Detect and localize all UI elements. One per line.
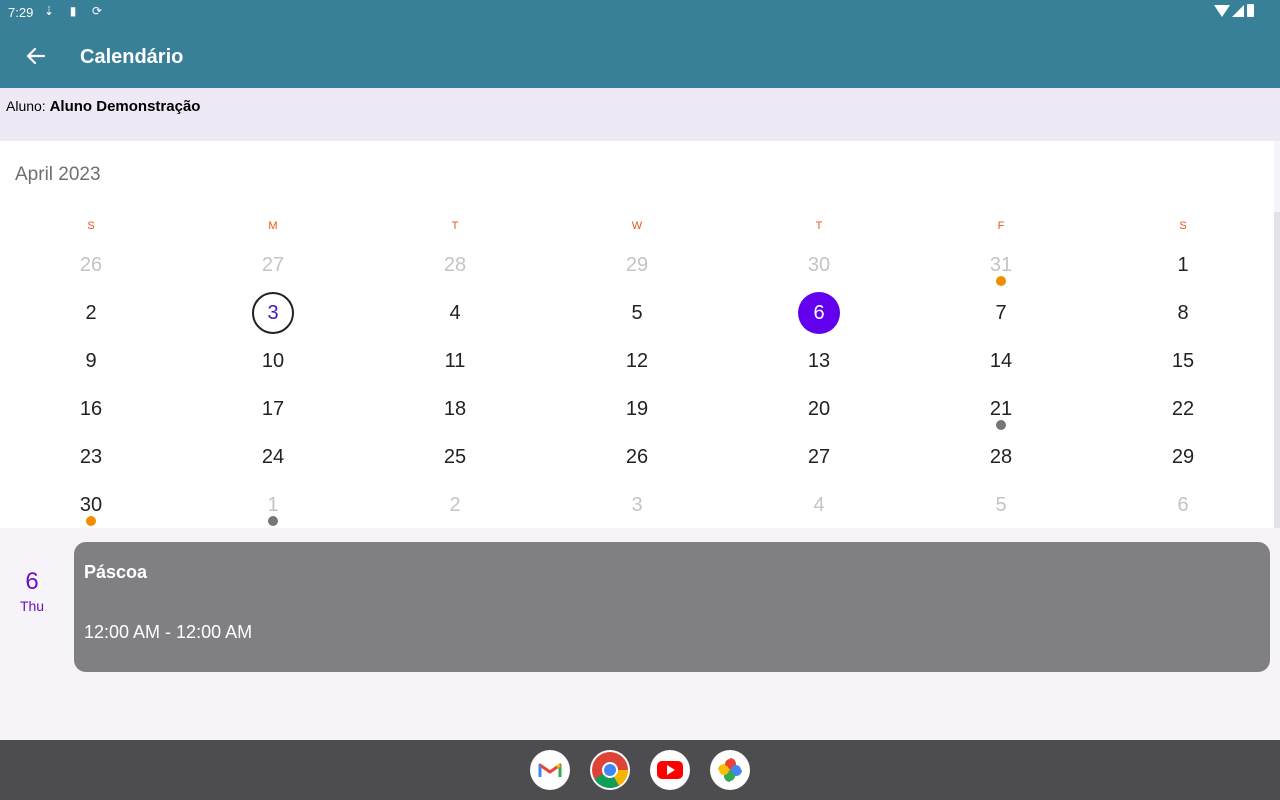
- photos-app[interactable]: [710, 750, 750, 790]
- app-bar: 7:29 ⇣ ▮ ⟳ Calendário: [0, 0, 1280, 88]
- signal-icon: [1232, 5, 1244, 17]
- calendar-day[interactable]: 27: [798, 436, 840, 478]
- calendar-day[interactable]: 29: [616, 244, 658, 286]
- event-card[interactable]: Páscoa 12:00 AM - 12:00 AM: [74, 542, 1270, 672]
- calendar-day[interactable]: 17: [252, 388, 294, 430]
- calendar-day[interactable]: 9: [70, 340, 112, 382]
- calendar-day[interactable]: 19: [616, 388, 658, 430]
- wifi-icon: [1214, 5, 1230, 17]
- youtube-icon: [657, 761, 683, 779]
- calendar-day[interactable]: 24: [252, 436, 294, 478]
- weekday-header: S: [87, 220, 95, 232]
- selected-day[interactable]: 6: [798, 292, 840, 334]
- calendar-day[interactable]: 29: [1162, 436, 1204, 478]
- student-info: Aluno: Aluno Demonstração: [6, 98, 200, 115]
- weekday-header: M: [268, 220, 278, 232]
- agenda-date: 6 Thu: [0, 568, 64, 614]
- agenda-panel: 6 Thu Páscoa 12:00 AM - 12:00 AM: [0, 528, 1280, 740]
- calendar-day[interactable]: 13: [798, 340, 840, 382]
- youtube-app[interactable]: [650, 750, 690, 790]
- student-bar: Aluno: Aluno Demonstração: [0, 88, 1280, 141]
- calendar-month-view: April 2023 S M T W T F S 26 27 28 29 30 31 1 2 3 4 5 6 7 8 9 1…: [0, 141, 1274, 528]
- chrome-app[interactable]: [590, 750, 630, 790]
- calendar-day[interactable]: 30: [798, 244, 840, 286]
- calendar-day[interactable]: 28: [434, 244, 476, 286]
- agenda-day-number: 6: [25, 568, 39, 595]
- sd-card-icon: ▮: [69, 4, 77, 18]
- calendar-day[interactable]: 18: [434, 388, 476, 430]
- calendar-day[interactable]: 5: [616, 292, 658, 334]
- gmail-app[interactable]: [530, 750, 570, 790]
- calendar-day[interactable]: 11: [434, 340, 476, 382]
- student-name: Aluno Demonstração: [49, 98, 201, 115]
- calendar-day[interactable]: 26: [70, 244, 112, 286]
- event-dot: [996, 276, 1006, 286]
- calendar-day[interactable]: 22: [1162, 388, 1204, 430]
- gmail-icon: [538, 763, 562, 777]
- weekday-header: W: [631, 220, 643, 232]
- calendar-day[interactable]: 14: [980, 340, 1022, 382]
- calendar-day[interactable]: 27: [252, 244, 294, 286]
- calendar-day[interactable]: 5: [980, 484, 1022, 526]
- calendar-day[interactable]: 1: [1162, 244, 1204, 286]
- calendar-day[interactable]: 10: [252, 340, 294, 382]
- event-dot: [268, 516, 278, 526]
- status-time: 7:29: [8, 5, 34, 20]
- calendar-day[interactable]: 4: [434, 292, 476, 334]
- back-button[interactable]: [20, 40, 52, 72]
- student-label: Aluno:: [6, 98, 46, 114]
- calendar-day[interactable]: 28: [980, 436, 1022, 478]
- photos-icon: [718, 758, 742, 782]
- today-day[interactable]: 3: [252, 292, 294, 334]
- calendar-day[interactable]: 2: [434, 484, 476, 526]
- back-arrow-icon: [26, 47, 46, 65]
- status-bar: 7:29 ⇣ ▮ ⟳: [0, 0, 1280, 24]
- taskbar: [0, 740, 1280, 800]
- calendar-day[interactable]: 25: [434, 436, 476, 478]
- calendar-day[interactable]: 15: [1162, 340, 1204, 382]
- agenda-day-name: Thu: [19, 598, 45, 614]
- event-time: 12:00 AM - 12:00 AM: [84, 622, 253, 642]
- calendar-day[interactable]: 6: [1162, 484, 1204, 526]
- calendar-day[interactable]: 20: [798, 388, 840, 430]
- calendar-day[interactable]: 7: [980, 292, 1022, 334]
- calendar-day[interactable]: 12: [616, 340, 658, 382]
- weekday-header: T: [451, 220, 459, 232]
- weekday-header: S: [1179, 220, 1187, 232]
- chrome-icon: [592, 752, 628, 789]
- sync-icon: ⟳: [91, 4, 103, 18]
- event-dot: [86, 516, 96, 526]
- page-title: Calendário: [80, 46, 184, 68]
- event-title: Páscoa: [84, 562, 148, 582]
- event-dot: [996, 420, 1006, 430]
- month-label: April 2023: [15, 164, 101, 185]
- calendar-day[interactable]: 26: [616, 436, 658, 478]
- calendar-day[interactable]: 3: [616, 484, 658, 526]
- download-status-icon: ⇣: [43, 4, 55, 18]
- weekday-header: T: [815, 220, 823, 232]
- weekday-header: F: [997, 220, 1005, 232]
- calendar-day[interactable]: 23: [70, 436, 112, 478]
- calendar-day[interactable]: 2: [70, 292, 112, 334]
- calendar-scrollbar[interactable]: [1274, 212, 1280, 528]
- battery-icon: [1247, 4, 1254, 17]
- calendar-day[interactable]: 4: [798, 484, 840, 526]
- calendar-day[interactable]: 8: [1162, 292, 1204, 334]
- calendar-day[interactable]: 16: [70, 388, 112, 430]
